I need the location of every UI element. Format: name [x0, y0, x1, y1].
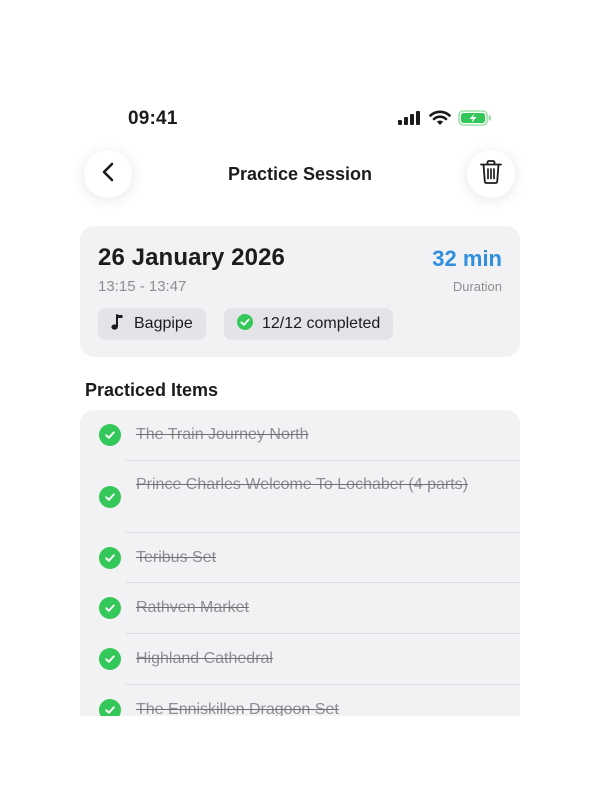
nav-bar: Practice Session — [0, 148, 600, 202]
item-label: Teribus Set — [136, 549, 217, 566]
check-circle-icon — [99, 547, 121, 569]
item-label: The Enniskillen Dragoon Set — [136, 701, 339, 716]
check-circle-icon — [99, 648, 121, 670]
status-bar: 09:41 — [0, 106, 600, 132]
list-item[interactable]: Highland Cathedral — [80, 634, 520, 685]
list-item[interactable]: Prince Charles Welcome To Lochaber (4 pa… — [80, 461, 520, 533]
duration-label: Duration — [452, 279, 502, 294]
signal-icon — [398, 111, 422, 130]
wifi-icon — [429, 110, 451, 131]
session-time-range: 13:15 - 13:47 — [98, 278, 187, 295]
trash-icon — [479, 159, 503, 190]
battery-charging-icon — [458, 110, 492, 131]
list-item[interactable]: The Train Journey North — [80, 410, 520, 461]
item-label: The Train Journey North — [136, 426, 309, 443]
session-duration: 32 min — [432, 246, 502, 271]
practiced-items-list: The Train Journey North Prince Charles W… — [80, 410, 520, 716]
list-item[interactable]: Teribus Set — [80, 533, 520, 583]
delete-button[interactable] — [467, 150, 515, 198]
section-title-practiced-items: Practiced Items — [85, 380, 219, 400]
list-item[interactable]: Rathven Market — [80, 583, 520, 634]
session-date: 26 January 2026 — [98, 244, 285, 271]
status-icons — [398, 110, 492, 131]
check-circle-icon — [99, 597, 121, 619]
item-label: Rathven Market — [136, 599, 249, 616]
item-label: Prince Charles Welcome To Lochaber (4 pa… — [136, 476, 468, 493]
instrument-chip: Bagpipe — [98, 308, 206, 340]
instrument-label: Bagpipe — [134, 315, 193, 332]
check-circle-icon — [99, 486, 121, 508]
completed-chip: 12/12 completed — [224, 308, 394, 340]
item-label: Highland Cathedral — [136, 650, 273, 667]
music-note-icon — [111, 313, 125, 336]
check-circle-icon — [99, 424, 121, 446]
status-time: 09:41 — [128, 108, 178, 129]
session-summary-card: 26 January 2026 13:15 - 13:47 32 min Dur… — [80, 226, 520, 357]
list-item[interactable]: The Enniskillen Dragoon Set — [80, 685, 520, 716]
completed-label: 12/12 completed — [262, 315, 381, 332]
check-circle-icon — [99, 699, 121, 716]
check-circle-icon — [237, 313, 253, 335]
